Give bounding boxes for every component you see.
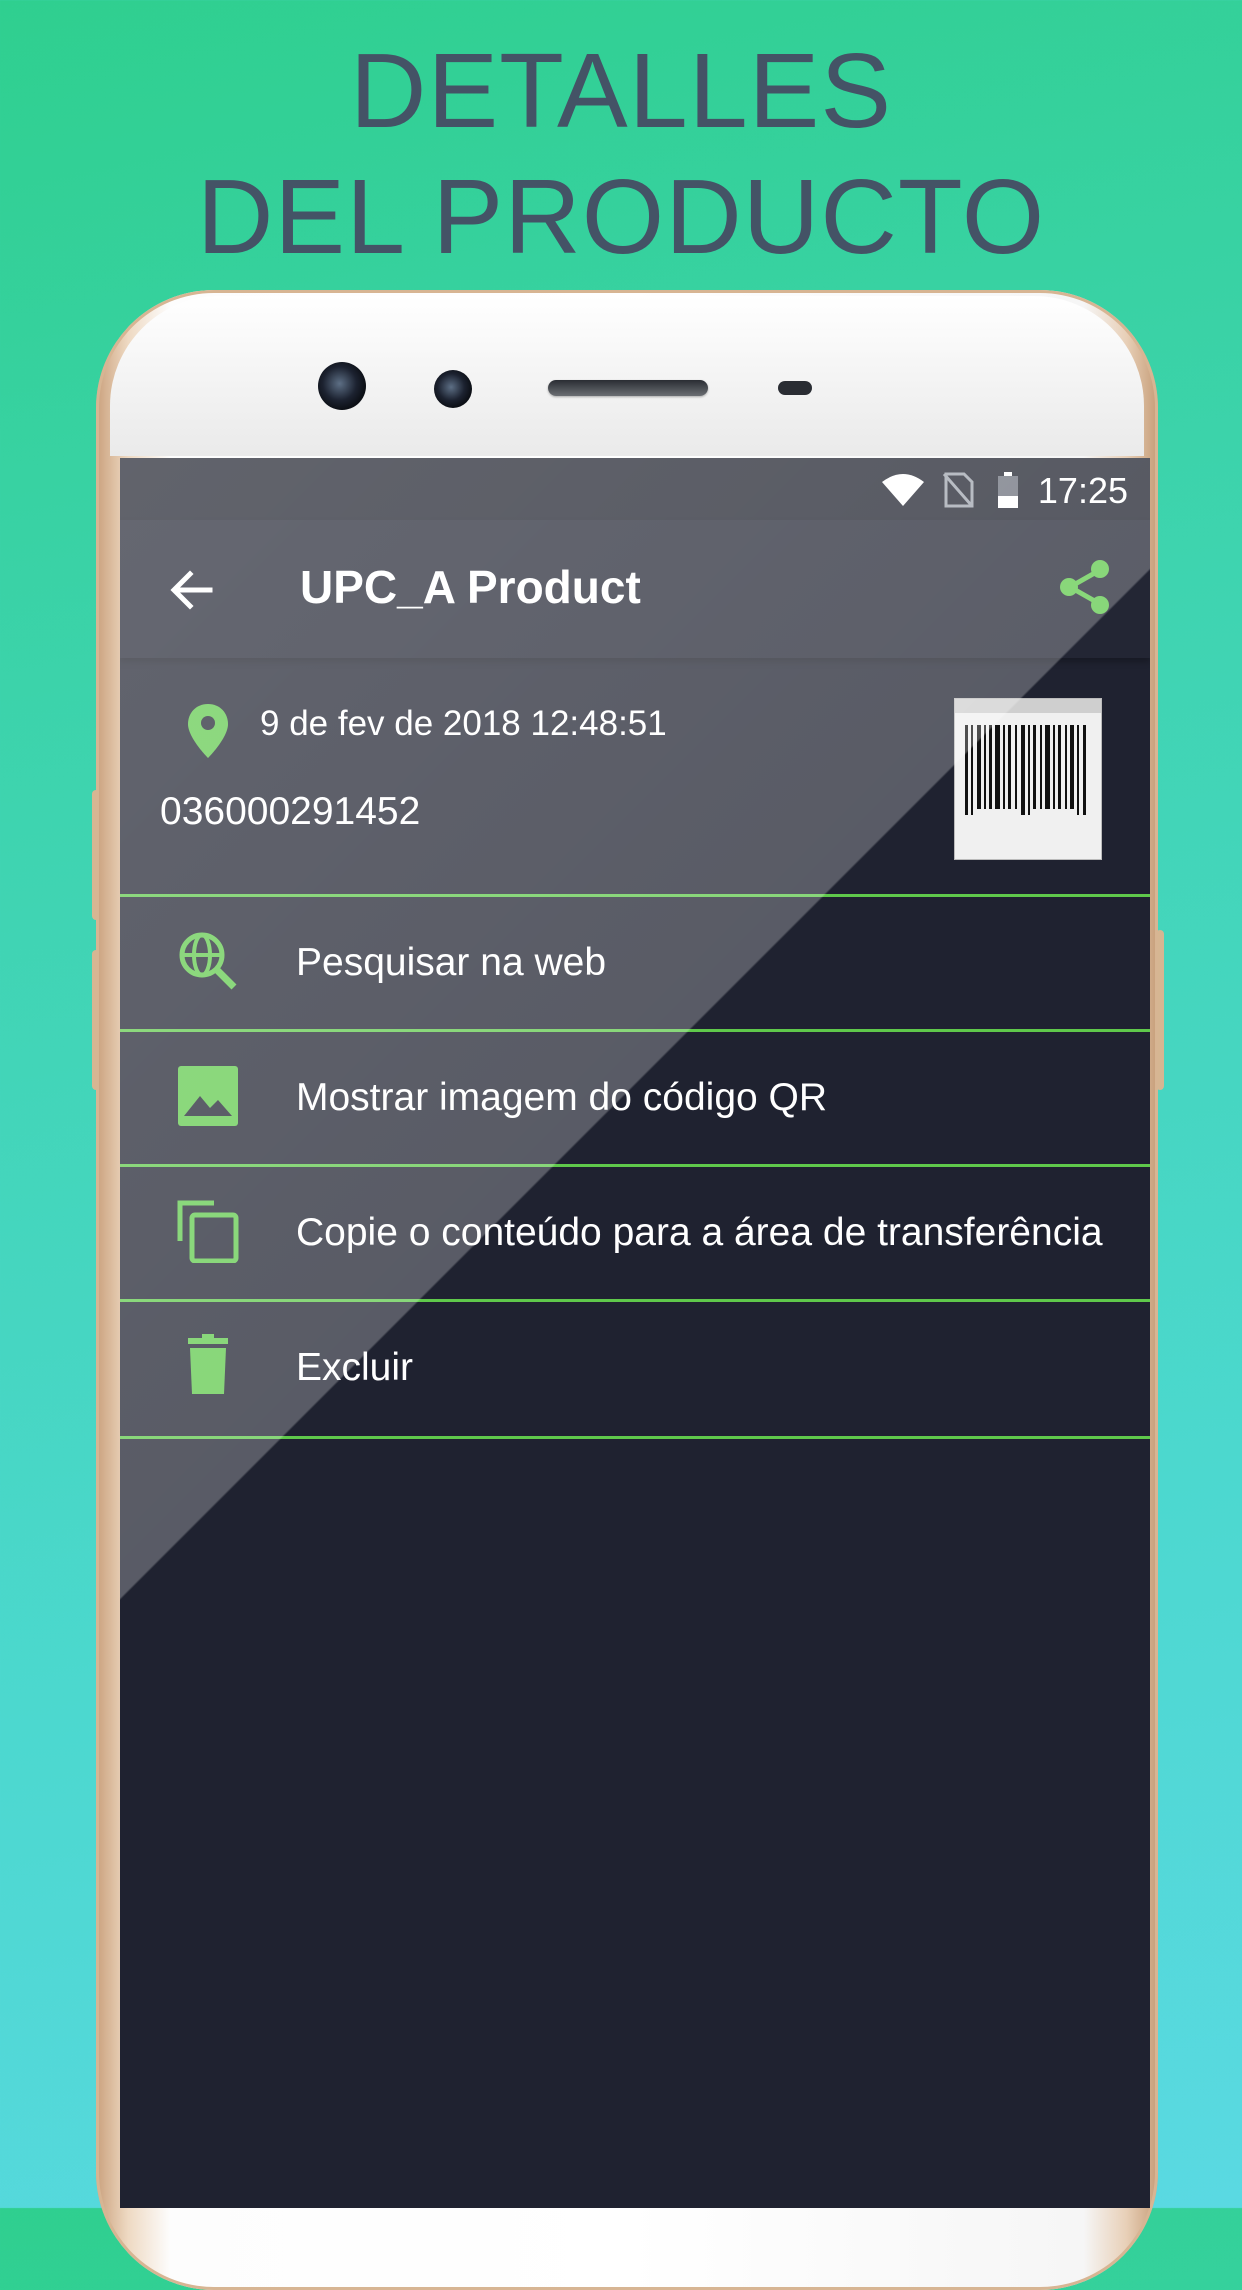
status-time: 17:25	[1037, 470, 1128, 511]
phone-bezel-top	[110, 296, 1144, 456]
copy-icon	[177, 1200, 239, 1263]
headline-line-1: DETALLES	[349, 32, 893, 150]
web-search-icon	[179, 932, 237, 990]
earpiece-speaker	[548, 380, 708, 396]
scan-date: 9 de fev de 2018 12:48:51	[260, 704, 667, 743]
action-show-qr-image[interactable]: Mostrar imagem do código QR	[120, 1029, 1150, 1166]
proximity-sensor	[778, 381, 812, 395]
action-copy-clipboard[interactable]: Copie o conteúdo para a área de transfer…	[120, 1164, 1150, 1301]
front-sensor-icon	[434, 370, 472, 408]
image-icon	[178, 1066, 238, 1126]
no-sim-icon	[942, 472, 974, 508]
headline-line-2: DEL PRODUCTO	[196, 158, 1046, 276]
share-icon[interactable]	[1056, 558, 1114, 616]
action-label: Excluir	[296, 1346, 414, 1389]
scan-info-section: 9 de fev de 2018 12:48:51 036000291452	[120, 658, 1150, 894]
battery-icon	[998, 472, 1018, 508]
promo-headline: DETALLES DEL PRODUCTO	[0, 28, 1242, 280]
action-delete[interactable]: Excluir	[120, 1299, 1150, 1439]
action-search-web[interactable]: Pesquisar na web	[120, 894, 1150, 1031]
trash-icon	[188, 1334, 228, 1394]
wifi-icon	[882, 474, 924, 506]
status-bar: 17:25	[120, 458, 1150, 520]
action-label: Mostrar imagem do código QR	[296, 1076, 828, 1119]
page-title: UPC_A Product	[300, 561, 641, 613]
action-label: Copie o conteúdo para a área de transfer…	[296, 1211, 1103, 1254]
barcode-thumbnail[interactable]	[954, 698, 1102, 860]
location-pin-icon	[188, 704, 228, 758]
action-label: Pesquisar na web	[296, 941, 607, 984]
front-camera-icon	[318, 362, 366, 410]
barcode-image-icon	[955, 699, 1101, 815]
app-screen: 17:25 UPC_A Product 9 de fev de 2018 12:…	[120, 458, 1150, 2208]
barcode-value: 036000291452	[160, 790, 421, 833]
back-arrow-icon[interactable]	[164, 562, 220, 618]
